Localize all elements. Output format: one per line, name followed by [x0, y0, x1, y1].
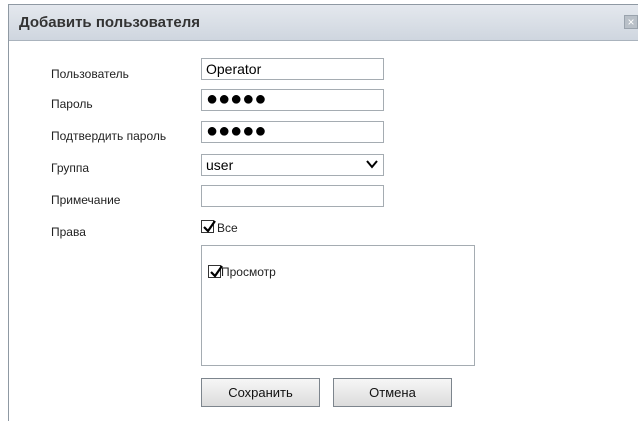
permission-view-label: Просмотр: [221, 265, 276, 279]
checkmark-icon: [203, 220, 216, 233]
close-icon[interactable]: ×: [624, 15, 638, 29]
add-user-dialog: Добавить пользователя × Пользователь Пар…: [8, 4, 638, 421]
all-rights-checkbox[interactable]: [201, 220, 216, 233]
confirm-password-label: Подтвердить пароль: [51, 129, 167, 143]
all-rights-label: Все: [217, 221, 238, 235]
password-input[interactable]: ●●●●●: [201, 89, 384, 111]
user-input[interactable]: [201, 58, 384, 80]
rights-label: Права: [51, 225, 86, 239]
note-input[interactable]: [201, 185, 384, 207]
permissions-list[interactable]: Просмотр: [201, 245, 475, 366]
dialog-title: Добавить пользователя: [19, 14, 200, 31]
group-select-value: user: [206, 157, 234, 173]
note-label: Примечание: [51, 193, 121, 207]
permission-view-checkbox[interactable]: [208, 265, 223, 278]
group-select[interactable]: user: [201, 154, 384, 176]
dialog-titlebar[interactable]: Добавить пользователя ×: [9, 5, 638, 41]
confirm-password-input[interactable]: ●●●●●: [201, 121, 384, 143]
group-label: Группа: [51, 161, 90, 175]
password-label: Пароль: [51, 97, 93, 111]
user-label: Пользователь: [51, 67, 129, 81]
cancel-button[interactable]: Отмена: [333, 378, 452, 407]
chevron-down-icon: [366, 160, 378, 169]
save-button[interactable]: Сохранить: [201, 378, 320, 407]
